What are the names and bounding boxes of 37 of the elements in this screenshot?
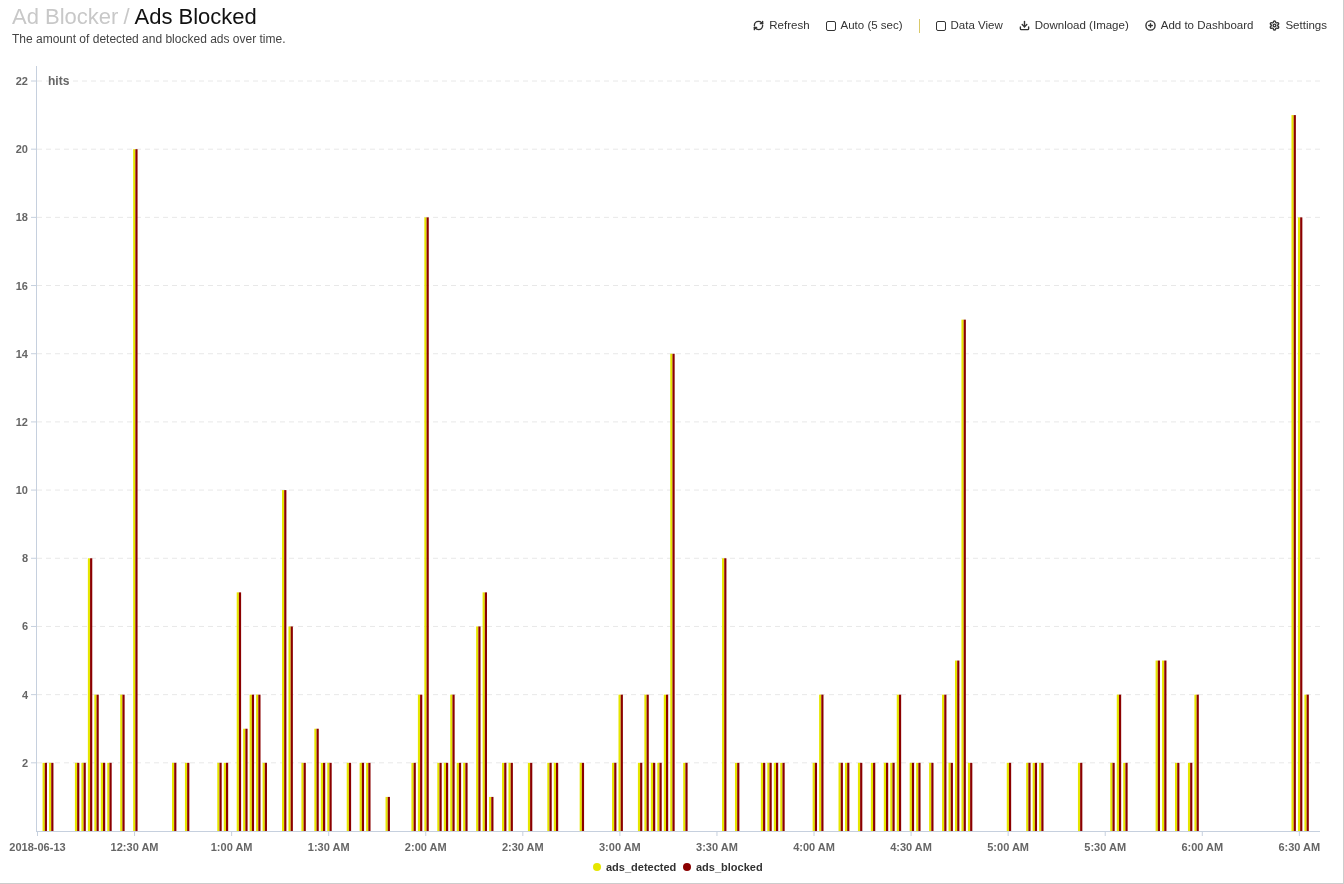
axis-label: 8 [21,552,28,565]
axis-label: 6 [21,620,28,633]
axis-label: 16 [15,279,28,292]
axis-label: 12:30 AM [110,841,159,853]
axis-label: 10 [15,484,28,497]
axis-label: 14 [15,347,28,360]
axis-label: 12 [15,415,28,428]
axis-label: 1:30 AM [307,841,350,853]
axis-label: 1:00 AM [210,841,253,853]
axis-label: 22 [15,75,28,87]
axis-label: 4:30 AM [890,841,932,853]
toolbar-button[interactable]: Download (Image) [1018,17,1129,35]
axis-label: 4:00 AM [793,841,835,853]
toolbar-button[interactable]: Add to Dashboard [1144,17,1254,35]
axis-label: 3:00 AM [599,841,641,853]
axis-label: 6:00 AM [1181,841,1224,853]
auto-checkbox[interactable]: Auto (5 sec) [825,17,903,35]
axis-label: 18 [15,211,28,224]
axis-label: 20 [15,143,28,156]
toolbar-button[interactable]: Refresh [753,17,810,35]
breadcrumb-separator: / [123,4,130,30]
y-axis-title: hits [48,74,70,88]
axis-label: 5:30 AM [1084,841,1127,853]
axis-label: 5:00 AM [987,841,1030,853]
axis-label: 6:30 AM [1278,841,1321,853]
auto-checkbox[interactable]: Data View [935,17,1003,35]
axis-label: 2018-06-13 [9,841,66,853]
axis-label: 3:30 AM [696,841,738,853]
axis-label: 2:00 AM [404,841,447,853]
axis-label: 2 [21,756,28,769]
page-description: The amount of detected and blocked ads over time. [12,31,286,48]
legend-label[interactable]: ads_blocked [696,861,763,873]
toolbar-button[interactable]: Settings [1269,17,1327,35]
axis-label: 4 [21,688,28,701]
legend-label[interactable]: ads_detected [606,861,677,873]
axis-label: 2:30 AM [501,841,544,853]
page-title: Ads Blocked [134,4,257,30]
